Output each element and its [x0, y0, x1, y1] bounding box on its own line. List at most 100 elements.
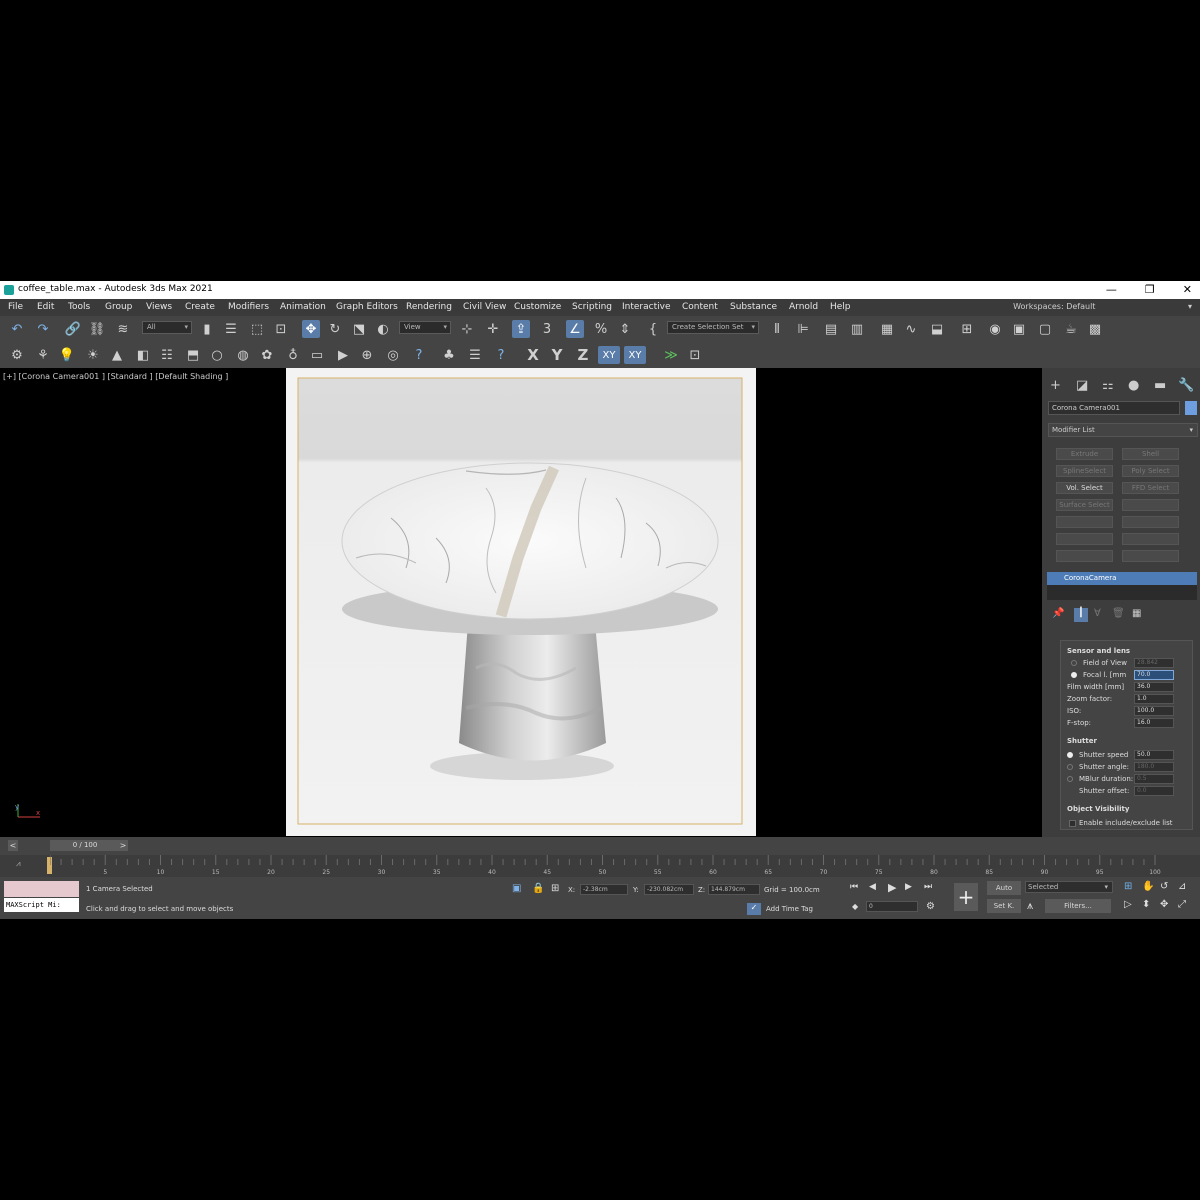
display-tab-icon[interactable]: ▬	[1154, 378, 1166, 393]
track-bar[interactable]: ⩘ 5 10 15 20 25 30 35 40 45 50 55 60 65 70 75 80 85 90 95 1…	[0, 855, 1200, 877]
close-button[interactable]: ✕	[1183, 283, 1192, 296]
workspaces-selector[interactable]: Workspaces: Default ▾	[1013, 302, 1192, 311]
manipulate-icon[interactable]: ✛	[484, 320, 502, 338]
time-tag-icon[interactable]: ✓	[747, 903, 761, 915]
utilities-tab-icon[interactable]: 🔧	[1178, 378, 1194, 393]
menu-help[interactable]: Help	[830, 302, 851, 312]
corona-bulb-icon[interactable]: ♁	[284, 346, 302, 364]
scene-states-icon[interactable]: ⚙	[8, 346, 26, 364]
menu-graph-editors[interactable]: Graph Editors	[336, 302, 398, 312]
viewport[interactable]: [+] [Corona Camera001 ] [Standard ] [Def…	[0, 368, 1042, 837]
curve-editor-icon[interactable]: ∿	[902, 320, 920, 338]
modifier-volselect-button[interactable]: Vol. Select	[1056, 482, 1113, 494]
menu-group[interactable]: Group	[105, 302, 132, 312]
percent-snap-icon[interactable]: %	[592, 320, 610, 338]
configure-sets-icon[interactable]: ▦	[1132, 608, 1141, 619]
time-next-icon[interactable]: >	[118, 840, 128, 851]
modifier-empty-button[interactable]	[1122, 533, 1179, 545]
fov-radio[interactable]	[1071, 660, 1077, 666]
maxscript-listener-pink[interactable]	[4, 881, 79, 897]
create-selection-set-dropdown[interactable]: Create Selection Set	[667, 321, 759, 334]
pivot-center-icon[interactable]: ⊹	[458, 320, 476, 338]
hierarchy-tab-icon[interactable]: ⚏	[1102, 378, 1114, 393]
set-key-icon[interactable]: +	[954, 883, 978, 911]
make-unique-icon[interactable]: ∀	[1094, 608, 1101, 619]
minimize-button[interactable]: —	[1106, 283, 1117, 296]
menu-scripting[interactable]: Scripting	[572, 302, 612, 312]
redo-icon[interactable]: ↷	[34, 320, 52, 338]
motion-tab-icon[interactable]: ●	[1128, 378, 1139, 393]
ribbon-icon[interactable]: ▦	[878, 320, 896, 338]
field-of-view-icon[interactable]: ⊿	[1178, 881, 1186, 892]
scene-explorer-icon[interactable]: ▤	[822, 320, 840, 338]
menu-edit[interactable]: Edit	[37, 302, 54, 312]
shutter-speed-radio[interactable]	[1067, 752, 1073, 758]
mirror-icon[interactable]: ⫴	[768, 320, 786, 338]
link-icon[interactable]: 🔗	[64, 320, 82, 338]
corona-render-region-icon[interactable]: ▶	[334, 346, 352, 364]
absolute-mode-icon[interactable]: ⊞	[551, 883, 559, 894]
modifier-shell-button[interactable]: Shell	[1122, 448, 1179, 460]
selection-filter-dropdown[interactable]: All	[142, 321, 192, 334]
corona-logo-icon[interactable]: ▲	[108, 346, 126, 364]
z-coord-field[interactable]: 144.879cm	[708, 884, 760, 895]
schematic-view-icon[interactable]: ⊞	[958, 320, 976, 338]
scale-icon[interactable]: ⬔	[350, 320, 368, 338]
place-icon[interactable]: ◐	[374, 320, 392, 338]
axis-xy-button[interactable]: XY	[598, 346, 620, 364]
shutter-angle-spinner[interactable]: 180.0	[1134, 762, 1174, 772]
object-color-swatch[interactable]	[1185, 401, 1197, 415]
curve-editor-mini-icon[interactable]: ⩘	[16, 859, 21, 869]
material-editor-icon[interactable]: ◉	[986, 320, 1004, 338]
remove-modifier-icon[interactable]: 🗑	[1112, 608, 1125, 619]
undo-icon[interactable]: ↶	[8, 320, 26, 338]
select-by-name-icon[interactable]: ☰	[222, 320, 240, 338]
corona-tools-icon[interactable]: ⚘	[34, 346, 52, 364]
render-iterative-icon[interactable]: ▩	[1086, 320, 1104, 338]
add-time-tag[interactable]: Add Time Tag	[766, 905, 813, 913]
pin-stack-icon[interactable]: 📌	[1052, 608, 1064, 619]
stack-item-coronacamera[interactable]: CoronaCamera	[1047, 572, 1197, 585]
menu-customize[interactable]: Customize	[514, 302, 561, 312]
play-icon[interactable]: ▶	[888, 881, 896, 894]
include-exclude-checkbox[interactable]	[1069, 820, 1076, 827]
previous-frame-icon[interactable]: ◀	[869, 882, 876, 892]
iso-spinner[interactable]: 100.0	[1134, 706, 1174, 716]
spinner-snap-icon[interactable]: ⇕	[616, 320, 634, 338]
fstop-spinner[interactable]: 16.0	[1134, 718, 1174, 728]
menu-animation[interactable]: Animation	[280, 302, 326, 312]
menu-content[interactable]: Content	[682, 302, 718, 312]
key-filters-icon[interactable]: ⩚	[1027, 899, 1033, 913]
unlink-icon[interactable]: ⛓	[88, 320, 106, 338]
corona-scatter-icon[interactable]: ⊕	[358, 346, 376, 364]
selection-lock-icon[interactable]: 🔒	[532, 883, 544, 894]
corona-tree-icon[interactable]: ♣	[440, 346, 458, 364]
snaps-toggle-icon[interactable]: 3	[538, 320, 556, 338]
focal-length-spinner[interactable]: 70.0	[1134, 670, 1174, 680]
menu-interactive[interactable]: Interactive	[622, 302, 670, 312]
axis-z-button[interactable]: Z	[574, 346, 592, 364]
menu-create[interactable]: Create	[185, 302, 215, 312]
menu-file[interactable]: File	[8, 302, 23, 312]
rotate-icon[interactable]: ↻	[326, 320, 344, 338]
layer-explorer-icon[interactable]: ▥	[848, 320, 866, 338]
shutter-offset-spinner[interactable]: 0.0	[1134, 786, 1174, 796]
render-icon[interactable]: ☕	[1062, 320, 1080, 338]
modifier-empty-button[interactable]	[1056, 550, 1113, 562]
set-key-button[interactable]: Set K.	[987, 899, 1021, 913]
named-selection-icon[interactable]: {	[644, 320, 662, 338]
menu-tools[interactable]: Tools	[68, 302, 90, 312]
y-coord-field[interactable]: -230.082cm	[644, 884, 694, 895]
modify-tab-icon[interactable]: ◪	[1076, 378, 1088, 393]
truck-icon[interactable]: ✥	[1160, 899, 1168, 910]
modifier-splineselect-button[interactable]: SplineSelect	[1056, 465, 1113, 477]
corona-sheet-icon[interactable]: ☰	[466, 346, 484, 364]
modifier-list-dropdown[interactable]: Modifier List ▾	[1048, 423, 1198, 437]
shutter-speed-spinner[interactable]: 50.0	[1134, 750, 1174, 760]
maxscript-mini-listener[interactable]: MAXScript Mi:	[4, 898, 79, 912]
corona-decal-icon[interactable]: ✿	[258, 346, 276, 364]
show-end-result-icon[interactable]: ┃	[1074, 608, 1088, 622]
object-name-field[interactable]: Corona Camera001	[1048, 401, 1180, 415]
menu-rendering[interactable]: Rendering	[406, 302, 452, 312]
film-width-spinner[interactable]: 36.0	[1134, 682, 1174, 692]
